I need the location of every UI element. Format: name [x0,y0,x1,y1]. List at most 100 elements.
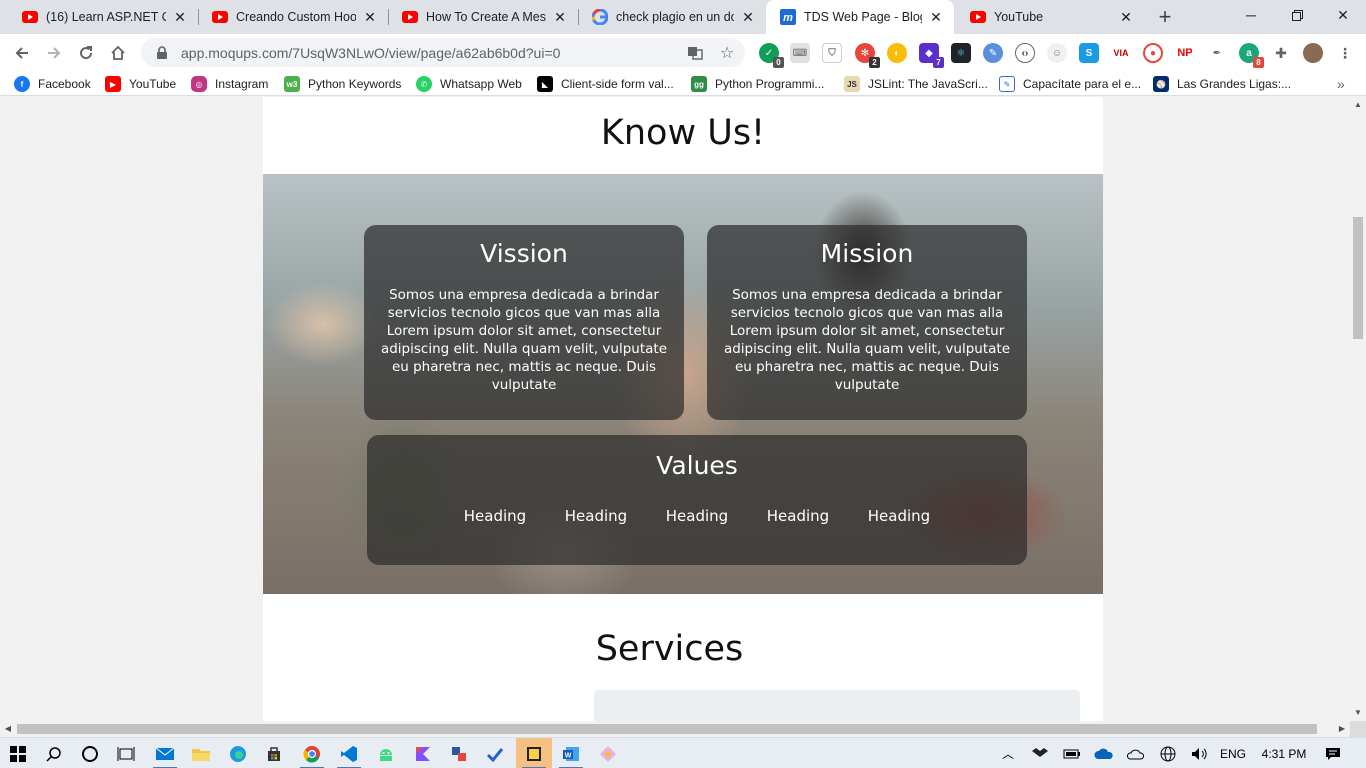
tab-create-message[interactable]: How To Create A Messa ✕ [388,0,578,34]
extension-s-icon[interactable]: S [1079,43,1099,63]
horizontal-scrollbar[interactable]: ◀ ▶ [0,721,1350,737]
chrome-icon[interactable] [294,738,330,768]
bookmark-jslint[interactable]: JS JSLint: The JavaScri... [844,76,988,92]
store-icon[interactable] [256,738,292,768]
bookmark-whatsapp-web[interactable]: ✆ Whatsapp Web [416,76,522,92]
input-language-indicator[interactable]: ENG [1218,738,1248,768]
bookmark-label: Python Programmi... [715,77,825,91]
extension-ghost-icon[interactable]: ☺ [1047,43,1067,63]
extension-np-icon[interactable]: NP [1175,43,1195,63]
extension-check-icon[interactable]: ✓ 0 [759,43,784,68]
close-tab-icon[interactable]: ✕ [172,9,188,25]
close-window-icon[interactable]: ✕ [1320,0,1366,30]
bookmark-capacitate[interactable]: ✎ Capacítate para el e... [999,76,1141,92]
mail-icon[interactable] [147,738,183,768]
lock-icon [157,45,167,59]
values-headings: Heading Heading Heading Heading Heading [367,507,1027,525]
tab-title: TDS Web Page - Blog Pa [804,10,922,24]
vertical-scroll-thumb[interactable] [1353,217,1363,339]
restore-icon[interactable] [1274,0,1320,30]
home-icon[interactable] [104,39,132,67]
file-explorer-icon[interactable] [183,738,219,768]
extension-grammar-icon[interactable]: a8 [1239,43,1264,68]
bookmark-youtube[interactable]: ▶ YouTube [105,76,176,92]
volume-icon[interactable] [1188,738,1212,768]
vertical-scrollbar[interactable]: ▲ ▼ [1350,97,1366,721]
close-tab-icon[interactable]: ✕ [740,9,756,25]
bookmark-instagram[interactable]: ◎ Instagram [191,76,268,92]
close-tab-icon[interactable]: ✕ [928,9,944,25]
show-hidden-icons-icon[interactable]: ︿ [996,738,1020,768]
network-cloud-icon[interactable] [1124,738,1148,768]
back-arrow-icon[interactable] [8,39,36,67]
profile-avatar[interactable] [1303,43,1323,63]
scroll-up-icon[interactable]: ▲ [1354,101,1362,109]
extension-record-icon[interactable]: ● [1143,43,1163,63]
tab-check-plagio[interactable]: check plagio en un doc ✕ [578,0,766,34]
scroll-right-icon[interactable]: ▶ [1338,725,1346,733]
search-icon[interactable] [36,738,72,768]
reload-icon[interactable] [72,39,100,67]
tab-strip: (16) Learn ASP.NET Cor ✕ Creando Custom … [0,0,1366,34]
gfg-icon: gg [691,76,707,92]
word-icon[interactable]: W [553,738,589,768]
tab-custom-hooks[interactable]: Creando Custom Hooks ✕ [198,0,388,34]
extension-eyedropper-icon[interactable]: ✒ [1207,43,1227,63]
tab-learn-aspnet[interactable]: (16) Learn ASP.NET Cor ✕ [8,0,198,34]
notifications-icon[interactable] [1320,738,1346,768]
bookmark-python-keywords[interactable]: w3 Python Keywords [284,76,401,92]
youtube-icon [212,9,228,25]
extension-shield-icon[interactable]: ⛉ [822,43,842,63]
extensions-puzzle-icon[interactable]: ✚ [1271,43,1291,63]
close-tab-icon[interactable]: ✕ [552,9,568,25]
services-heading: Services [595,629,744,669]
battery-icon[interactable] [1060,738,1084,768]
paint-app-icon[interactable] [590,738,626,768]
browser-menu-icon[interactable]: ⋮ [1335,43,1355,63]
onedrive-icon[interactable] [1092,738,1116,768]
clock-time[interactable]: 4:31 PM [1256,738,1312,768]
extension-cube-icon[interactable]: ◆ 7 [919,43,944,68]
mockup-page: Know Us! Vission Somos una empresa dedic… [263,97,1103,721]
translate-icon[interactable] [687,45,703,61]
language-globe-icon[interactable] [1156,738,1180,768]
extension-code-icon[interactable]: ‹› [1015,43,1035,63]
bookmark-grandes-ligas[interactable]: ⚾ Las Grandes Ligas:... [1153,76,1291,92]
bookmark-facebook[interactable]: f Facebook [14,76,91,92]
new-tab-button[interactable]: + [1151,4,1179,30]
extension-feather-icon[interactable]: ✎ [983,43,1003,63]
minimize-icon[interactable]: ─ [1228,0,1274,30]
windows-start-icon[interactable] [0,738,36,768]
bookmark-star-icon[interactable]: ☆ [719,45,735,62]
extension-via-icon[interactable]: VIA [1111,43,1131,63]
extension-keyboard-icon[interactable]: ⌨ [790,43,810,63]
scroll-down-icon[interactable]: ▼ [1354,709,1362,717]
extension-react-icon[interactable]: ⚛ [951,43,971,63]
kotlin-icon[interactable] [405,738,441,768]
close-tab-icon[interactable]: ✕ [362,9,378,25]
task-view-icon[interactable] [108,738,144,768]
tab-tds-web-page[interactable]: m TDS Web Page - Blog Pa ✕ [766,0,954,34]
cortana-icon[interactable] [72,738,108,768]
bookmark-label: JSLint: The JavaScri... [868,77,988,91]
scroll-left-icon[interactable]: ◀ [4,725,12,733]
jslint-icon: JS [844,76,860,92]
network-app-icon[interactable] [441,738,477,768]
close-tab-icon[interactable]: ✕ [1118,9,1134,25]
extension-molecule-icon[interactable]: ✻ 2 [855,43,880,68]
bookmarks-overflow-icon[interactable]: » [1337,76,1345,92]
sticky-notes-icon[interactable] [516,738,552,768]
vscode-icon[interactable] [331,738,367,768]
edge-icon[interactable] [220,738,256,768]
horizontal-scroll-thumb[interactable] [17,724,1317,734]
bookmark-python-programming[interactable]: gg Python Programmi... [691,76,824,92]
dropbox-icon[interactable] [1028,738,1052,768]
bookmark-client-side-form[interactable]: ◣ Client-side form val... [537,76,674,92]
todo-icon[interactable] [477,738,513,768]
android-studio-icon[interactable] [368,738,404,768]
forward-arrow-icon[interactable] [40,39,68,67]
extension-compass-icon[interactable]: ◐ [887,43,907,63]
mission-title: Mission [820,239,914,268]
tab-youtube[interactable]: YouTube ✕ [956,0,1144,34]
address-bar[interactable]: app.moqups.com/7UsqW3NLwO/view/page/a62a… [141,38,745,67]
